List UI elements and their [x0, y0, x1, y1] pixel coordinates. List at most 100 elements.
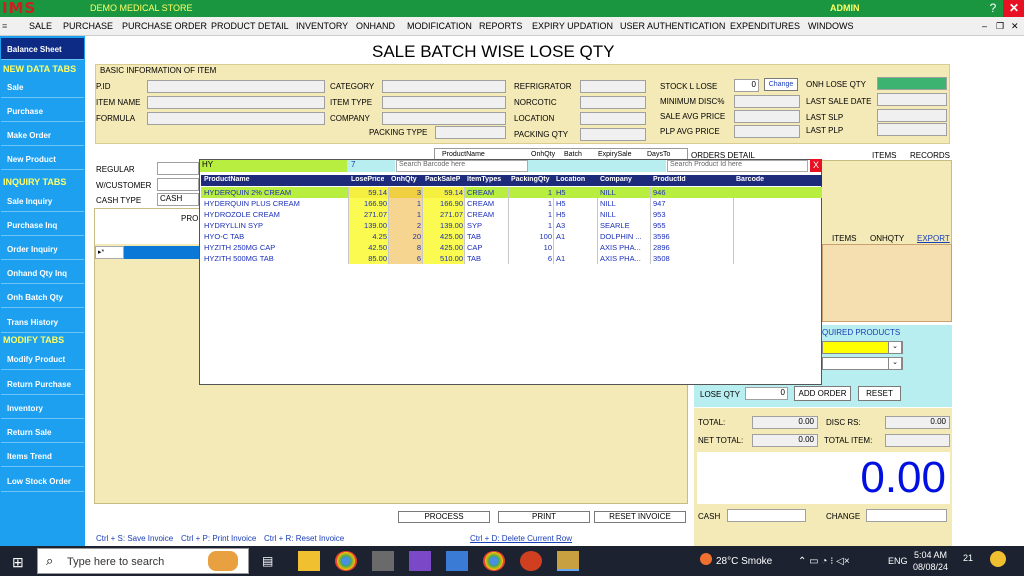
sidebar-item-order-inquiry[interactable]: Order Inquiry [1, 238, 84, 260]
clock-date[interactable]: 08/08/24 [913, 562, 948, 572]
menu-modification[interactable]: MODIFICATION [407, 21, 472, 31]
tools-icon[interactable] [372, 551, 394, 571]
powerpoint-icon[interactable] [520, 551, 542, 571]
notification-badge[interactable]: 21 [963, 553, 973, 563]
sidebar-item-sale-inquiry[interactable]: Sale Inquiry [1, 190, 84, 212]
file-explorer-icon[interactable] [298, 551, 320, 571]
sidebar-item-sale[interactable]: Sale [1, 76, 84, 98]
disc-field[interactable]: 0.00 [885, 416, 950, 429]
ims-app-icon[interactable] [557, 551, 579, 571]
sidebar-item-trans-history[interactable]: Trans History [1, 311, 84, 333]
plp-avg-field[interactable] [734, 125, 800, 138]
process-button[interactable]: PROCESS [398, 511, 490, 523]
sale-avg-field[interactable] [734, 110, 800, 123]
export-link[interactable]: EXPORT [917, 234, 950, 243]
task-view-icon[interactable]: ▤ [262, 554, 273, 568]
sidebar-item-modify-product[interactable]: Modify Product [1, 348, 84, 370]
barcode-search-input[interactable]: Search Barcode here [396, 160, 528, 172]
productid-search-input[interactable]: Search Product Id here [667, 160, 808, 172]
last-sale-date-field[interactable] [877, 93, 947, 106]
onh-lose-qty-field[interactable] [877, 77, 947, 90]
menu-windows[interactable]: WINDOWS [808, 21, 854, 31]
grid-selected-cell[interactable] [124, 246, 200, 259]
cash-field[interactable] [727, 509, 806, 522]
packing-type-field[interactable] [435, 126, 506, 139]
wcustomer-field[interactable] [157, 178, 199, 191]
minimize-icon[interactable]: – [982, 21, 987, 31]
item-type-field[interactable] [382, 96, 506, 109]
change-field[interactable] [866, 509, 947, 522]
popup-table-row[interactable]: HYDROZOLE CREAM 271.07 1 271.07 CREAM 1 H5 NILL… [201, 209, 822, 220]
norcotic-field[interactable] [580, 96, 646, 109]
windows-start-icon[interactable]: ⊞ [12, 554, 24, 571]
visual-studio-icon[interactable] [409, 551, 431, 571]
popup-table-row[interactable]: HYDERQUIN 2% CREAM 59.14 3 59.14 CREAM 1 H5 NIL… [201, 187, 822, 198]
app-menu-icon[interactable]: ≡ [2, 21, 7, 31]
min-disc-field[interactable] [734, 95, 800, 108]
sidebar-item-new-product[interactable]: New Product [1, 148, 84, 170]
lose-qty-field[interactable]: 0 [745, 387, 788, 400]
packing-qty-field[interactable] [580, 128, 646, 141]
change-button[interactable]: Change [764, 78, 798, 91]
popup-table-row[interactable]: HYO-C TAB 4.25 20 425.00 TAB 100 A1 DOLPHIN ...… [201, 231, 822, 242]
calculator-icon[interactable] [446, 551, 468, 571]
sidebar-item-balance-sheet[interactable]: Balance Sheet [1, 38, 84, 60]
sidebar-item-purchase-inq[interactable]: Purchase Inq [1, 214, 84, 236]
location-field[interactable] [580, 112, 646, 125]
sidebar-item-return-sale[interactable]: Return Sale [1, 421, 84, 443]
menu-reports[interactable]: REPORTS [479, 21, 522, 31]
copilot-icon[interactable] [990, 551, 1006, 567]
popup-table-row[interactable]: HYZITH 500MG TAB 85.00 6 510.00 TAB 6 A1 AXIS P… [201, 253, 822, 264]
chevron-down-icon[interactable]: ⌄ [888, 357, 902, 370]
menu-expenditures[interactable]: EXPENDITURES [730, 21, 800, 31]
sidebar-item-inventory[interactable]: Inventory [1, 397, 84, 419]
stock-l-lose-field[interactable]: 0 [734, 79, 759, 92]
menu-user-authentication[interactable]: USER AUTHENTICATION [620, 21, 725, 31]
formula-field[interactable] [147, 112, 325, 125]
reset-button[interactable]: RESET [858, 386, 901, 401]
item-name-field[interactable] [147, 96, 325, 109]
popup-table-row[interactable]: HYDRYLLIN SYP 139.00 2 139.00 SYP 1 A3 SEARLE 95… [201, 220, 822, 231]
menu-onhand[interactable]: ONHAND [356, 21, 395, 31]
sidebar-item-items-trend[interactable]: Items Trend [1, 445, 84, 467]
close-icon[interactable]: ✕ [1003, 0, 1024, 17]
cash-type-select[interactable]: CASH [157, 193, 199, 206]
add-order-button[interactable]: ADD ORDER [794, 386, 851, 401]
help-icon[interactable]: ? [982, 0, 1004, 17]
close-child-icon[interactable]: ✕ [1011, 21, 1019, 32]
refrigrator-field[interactable] [580, 80, 646, 93]
net-total-field[interactable]: 0.00 [752, 434, 818, 447]
chrome-icon[interactable] [483, 551, 505, 571]
sidebar-item-low-stock-order[interactable]: Low Stock Order [1, 470, 84, 492]
regular-field[interactable] [157, 162, 199, 175]
print-button[interactable]: PRINT [498, 511, 590, 523]
clock-time[interactable]: 5:04 AM [914, 550, 947, 560]
popup-table-row[interactable]: HYZITH 250MG CAP 42.50 8 425.00 CAP 10 AXIS PH… [201, 242, 822, 253]
sidebar-item-purchase[interactable]: Purchase [1, 100, 84, 122]
menu-sale[interactable]: SALE [29, 21, 52, 31]
close-popup-icon[interactable]: X [810, 159, 822, 172]
sidebar-item-onhand-qty-inq[interactable]: Onhand Qty Inq [1, 262, 84, 284]
menu-product-detail[interactable]: PRODUCT DETAIL [211, 21, 289, 31]
tray-icons[interactable]: ⌃ ▭ ◔ ⁝ ◁× [798, 556, 850, 567]
sidebar-item-return-purchase[interactable]: Return Purchase [1, 373, 84, 395]
total-field[interactable]: 0.00 [752, 416, 818, 429]
company-field[interactable] [382, 112, 506, 125]
restore-icon[interactable]: ❐ [996, 21, 1004, 32]
popup-table-row[interactable]: HYDERQUIN PLUS CREAM 166.90 1 166.90 CREAM 1 H… [201, 198, 822, 209]
chevron-down-icon[interactable]: ⌄ [888, 341, 902, 354]
reset-invoice-button[interactable]: RESET INVOICE [594, 511, 686, 523]
category-field[interactable] [382, 80, 506, 93]
total-item-field[interactable] [885, 434, 950, 447]
menu-purchase-order[interactable]: PURCHASE ORDER [122, 21, 207, 31]
last-slp-field[interactable] [877, 109, 947, 122]
language-indicator[interactable]: ENG [888, 556, 908, 566]
chrome-icon[interactable] [335, 551, 357, 571]
product-search-input[interactable]: HY [200, 160, 347, 172]
last-plp-field[interactable] [877, 123, 947, 136]
sidebar-item-onh-batch-qty[interactable]: Onh Batch Qty [1, 286, 84, 308]
menu-inventory[interactable]: INVENTORY [296, 21, 348, 31]
menu-purchase[interactable]: PURCHASE [63, 21, 113, 31]
sidebar-item-make-order[interactable]: Make Order [1, 124, 84, 146]
menu-expiry-updation[interactable]: EXPIRY UPDATION [532, 21, 613, 31]
